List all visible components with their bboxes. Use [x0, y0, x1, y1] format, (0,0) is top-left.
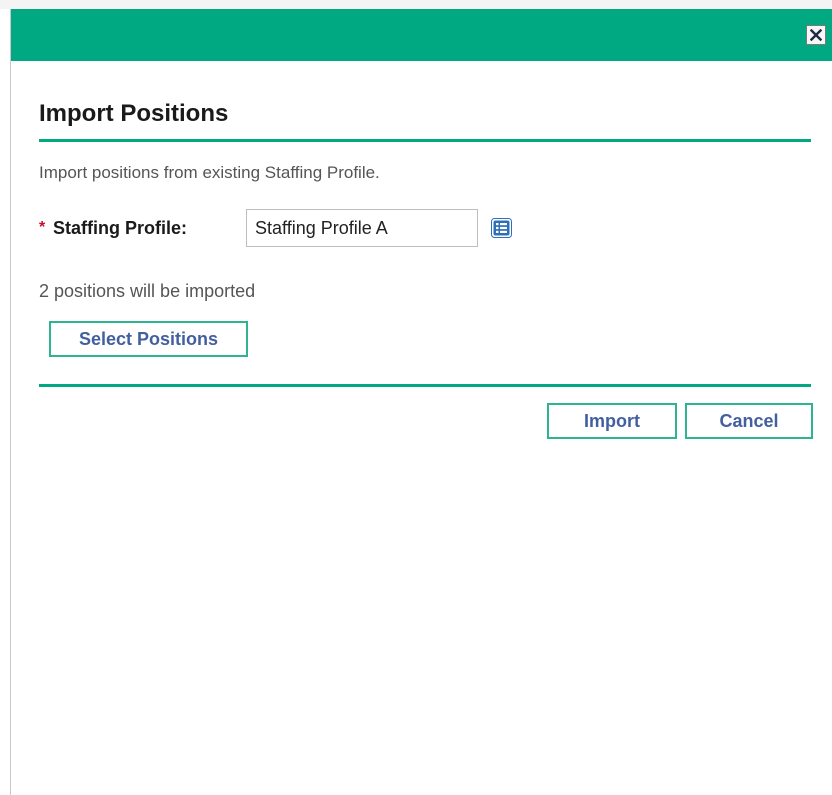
- heading-divider: [39, 139, 811, 142]
- staffing-profile-picker-button[interactable]: [491, 218, 512, 238]
- required-marker: *: [39, 219, 46, 236]
- import-positions-dialog: Import Positions Import positions from e…: [10, 9, 832, 795]
- staffing-profile-label: Staffing Profile:: [53, 218, 187, 238]
- staffing-profile-input[interactable]: [246, 209, 478, 247]
- import-button[interactable]: Import: [547, 403, 677, 439]
- select-positions-button[interactable]: Select Positions: [49, 321, 248, 357]
- dialog-description: Import positions from existing Staffing …: [39, 163, 380, 182]
- close-icon: [810, 29, 822, 41]
- dialog-titlebar: [11, 9, 832, 61]
- footer-divider: [39, 384, 811, 387]
- close-button[interactable]: [806, 25, 826, 45]
- positions-count-text: 2 positions will be imported: [39, 281, 256, 301]
- background-strip: [0, 0, 832, 9]
- list-picker-icon: [491, 218, 512, 238]
- cancel-button[interactable]: Cancel: [685, 403, 813, 439]
- dialog-heading: Import Positions: [39, 100, 229, 127]
- staffing-profile-row: * Staffing Profile:: [39, 209, 559, 247]
